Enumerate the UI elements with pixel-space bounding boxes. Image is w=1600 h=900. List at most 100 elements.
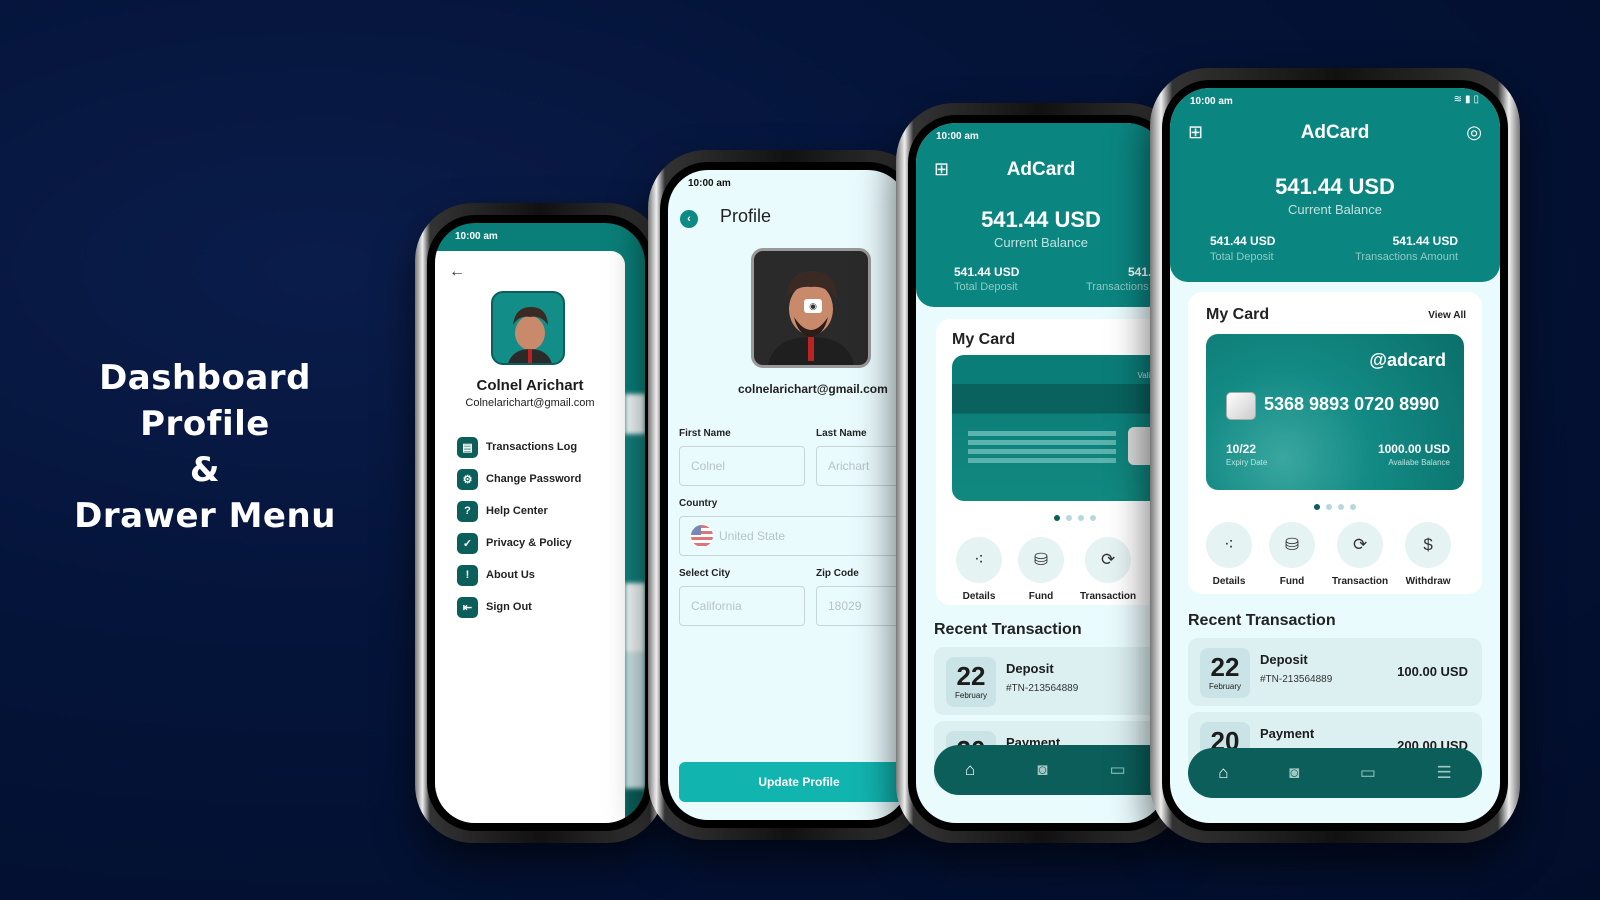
status-time: 10:00 am (936, 131, 979, 142)
transaction-ref: #TN-213564889 (1006, 683, 1079, 694)
last-name-value: Arichart (828, 459, 870, 473)
shield-check-icon: ✓ (457, 532, 478, 554)
last-name-field[interactable]: Arichart (816, 446, 908, 486)
refresh-icon: ⟳ (1085, 537, 1132, 583)
headline-line: Dashboard (99, 358, 311, 398)
wallet-icon[interactable]: ◙ (1037, 760, 1047, 780)
zip-value: 18029 (828, 599, 862, 613)
chip-icon (1226, 392, 1256, 420)
action-label: Fund (1279, 576, 1305, 587)
camera-icon[interactable]: ◉ (804, 299, 822, 313)
wallet-icon[interactable]: ◙ (1289, 763, 1299, 783)
menu-item-privacy-policy[interactable]: ✓ Privacy & Policy (457, 527, 581, 559)
card-expiry-label: Expiry Date (1226, 458, 1268, 467)
card-expiry: 10/22 (1226, 442, 1257, 456)
coins-icon: ⛁ (1018, 537, 1064, 583)
menu-item-about-us[interactable]: ! About Us (457, 559, 581, 591)
transaction-ref: #TN-213564889 (1260, 674, 1333, 685)
action-label: Transaction (1080, 591, 1137, 602)
card-check-icon[interactable]: ▭ (1110, 760, 1126, 780)
menu-item-change-password[interactable]: ⚙ Change Password (457, 463, 581, 495)
home-icon[interactable]: ⌂ (1218, 763, 1228, 783)
avatar (491, 291, 565, 365)
card-number: 5368 9893 0720 8990 (1264, 394, 1440, 414)
city-value: California (691, 599, 742, 613)
menu-item-label: About Us (486, 569, 535, 581)
refresh-icon: ⟳ (1337, 522, 1384, 568)
arrow-left-icon[interactable]: ← (449, 263, 465, 281)
drawer-menu: ← Colnel Arichart Colnelarichart@gmail.c… (435, 251, 625, 823)
wifi-icon: ≋ (1453, 94, 1465, 105)
menu-item-label: Change Password (486, 473, 582, 485)
bank-card-back[interactable]: Valid: 01 Mar (952, 355, 1166, 501)
action-transaction[interactable]: ⟳ Transaction (1332, 522, 1388, 587)
bottom-nav: ⌂ ◙ ▭ ☰ (934, 745, 1166, 795)
country-select[interactable]: United State (679, 516, 908, 556)
profile-photo[interactable]: ◉ (751, 248, 871, 368)
transaction-month: February (1208, 682, 1241, 691)
receipt-icon: ▤ (457, 436, 478, 458)
carousel-dots[interactable] (1054, 515, 1096, 521)
last-name-label: Last Name (816, 428, 867, 439)
back-chevron-icon[interactable]: ‹ (680, 210, 698, 228)
action-withdraw[interactable]: $ Withdraw (1405, 522, 1452, 587)
transaction-day: 22 (1210, 652, 1240, 682)
sign-out-icon: ⇤ (457, 596, 478, 618)
coins-icon: ⛁ (1269, 522, 1315, 568)
action-details[interactable]: ⁖ Details (1206, 522, 1252, 587)
action-label: Details (962, 591, 996, 602)
total-deposit: 541.44 USD (1210, 234, 1276, 248)
menu-item-sign-out[interactable]: ⇤ Sign Out (457, 591, 581, 623)
card-brand-text: adcard (1386, 350, 1446, 370)
card-actions: ⁖ Details ⛁ Fund ⟳ Transaction $ Withdraw (1206, 522, 1452, 587)
current-balance: 541.44 USD (981, 207, 1101, 232)
balance-header: 10:00 am ≋▮▯ ⊞ AdCard ◎ 541.44 USD Curre… (1170, 88, 1500, 282)
us-flag-icon (691, 525, 713, 547)
action-label: Withdraw (1405, 576, 1451, 587)
home-icon[interactable]: ⌂ (965, 760, 975, 780)
action-details[interactable]: ⁖ Details (956, 537, 1002, 602)
transactions-amount-label: Transactions Amount (1355, 251, 1458, 263)
app-title: AdCard (1300, 122, 1370, 143)
first-name-field[interactable]: Colnel (679, 446, 805, 486)
transaction-row[interactable]: 22February Deposit #TN-213564889 100.00 … (1188, 638, 1482, 706)
user-name: Colnel Arichart (476, 377, 584, 394)
zip-field[interactable]: 18029 (816, 586, 908, 626)
status-time: 10:00 am (688, 178, 731, 189)
my-card-title: My Card (952, 331, 1016, 348)
update-profile-button[interactable]: Update Profile (679, 762, 908, 802)
card-check-icon[interactable]: ▭ (1360, 763, 1376, 783)
total-deposit-label: Total Deposit (1210, 251, 1274, 263)
document-icon[interactable]: ☰ (1436, 763, 1451, 783)
my-card-panel: My Card Valid: 01 Mar ⁖ Details ⛁ Fund ⟳ Tr… (936, 319, 1166, 605)
phone-drawer: 10:00 am ← Colnel Arichart Colnelarichar… (415, 203, 665, 843)
menu-item-label: Help Center (486, 505, 548, 517)
city-select[interactable]: California (679, 586, 805, 626)
headline-line: Profile (140, 404, 270, 444)
user-circle-icon[interactable]: ◎ (1466, 122, 1482, 143)
transaction-amount: 100.00 USD (1397, 664, 1468, 679)
phone-dashboard-card-back: 10:00 am ⊞ AdCard 541.44 USD Current Bal… (896, 103, 1186, 843)
action-fund[interactable]: ⛁ Fund (1269, 522, 1315, 587)
action-transaction[interactable]: ⟳ Transaction (1080, 537, 1136, 602)
transaction-type: Payment (1260, 726, 1315, 741)
carousel-dots[interactable] (1314, 504, 1356, 510)
transaction-row[interactable]: 22February Deposit #TN-213564889 100.00 … (934, 647, 1166, 715)
menu-item-help-center[interactable]: ? Help Center (457, 495, 581, 527)
withdraw-dollar-icon: $ (1405, 522, 1452, 568)
drawer-menu-list: ▤ Transactions Log ⚙ Change Password ? Help… (457, 431, 581, 623)
phone-profile: 10:00 am ‹ Profile ◉ colnelarichart@gmai… (648, 150, 928, 840)
bottom-nav: ⌂ ◙ ▭ ☰ (1188, 748, 1482, 798)
card-signature-lines (968, 431, 1116, 463)
view-all-link[interactable]: View All (1428, 310, 1466, 321)
blurred-dashboard (625, 251, 645, 823)
transaction-date: 22 February (946, 657, 996, 707)
action-fund[interactable]: ⛁ Fund (1018, 537, 1064, 602)
total-deposit: 541.44 USD (954, 265, 1020, 279)
recent-transaction-title: Recent Transaction (934, 621, 1082, 638)
bank-card-front[interactable]: @adcard 5368 9893 0720 8990 10/22 Expiry… (1206, 334, 1464, 490)
gear-icon: ⚙ (457, 468, 478, 490)
menu-item-transactions-log[interactable]: ▤ Transactions Log (457, 431, 581, 463)
country-value: United State (719, 529, 786, 543)
country-label: Country (679, 498, 718, 509)
